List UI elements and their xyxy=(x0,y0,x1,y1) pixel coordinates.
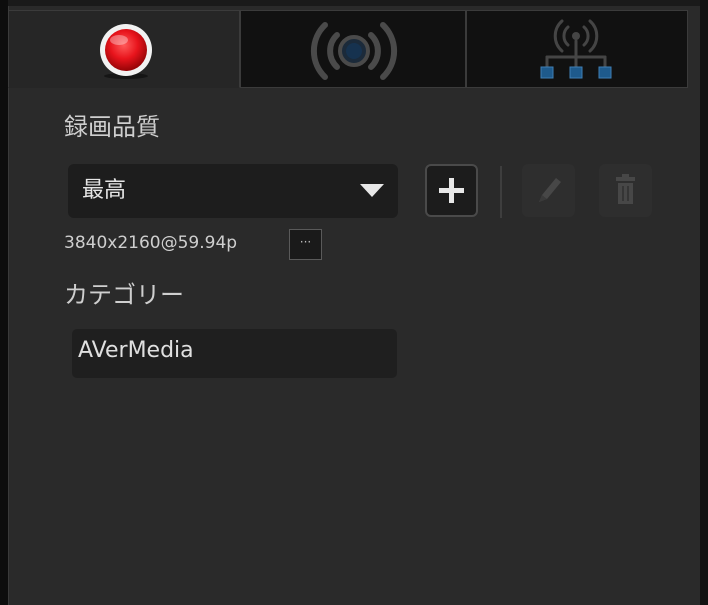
quality-dropdown[interactable]: 最高 xyxy=(68,164,398,218)
delete-preset-button[interactable] xyxy=(599,164,652,217)
tab-stream[interactable] xyxy=(240,10,466,88)
quality-selected: 最高 xyxy=(82,178,127,203)
edit-preset-button[interactable] xyxy=(522,164,575,217)
category-field[interactable]: AVerMedia xyxy=(72,329,397,378)
record-quality-label: 録画品質 xyxy=(64,113,160,141)
resolution-text: 3840x2160@59.94p xyxy=(64,233,238,253)
resolution-more-button[interactable]: ··· xyxy=(289,229,322,260)
tab-bar xyxy=(8,10,688,88)
pencil-icon xyxy=(539,178,561,202)
category-label: カテゴリー xyxy=(64,281,184,309)
add-preset-button[interactable] xyxy=(425,164,478,217)
network-icon xyxy=(540,19,612,79)
toolbar-divider xyxy=(500,166,502,218)
dropdown-arrow-icon xyxy=(360,184,384,197)
scrollbar[interactable] xyxy=(700,0,708,605)
tab-record[interactable] xyxy=(8,10,240,88)
category-value: AVerMedia xyxy=(78,338,194,363)
trash-icon xyxy=(616,174,635,204)
record-icon xyxy=(100,24,152,79)
app-window: 録画品質 最高 3840x2160@59.94p ··· カテゴリー AVerM… xyxy=(0,0,708,605)
tab-network[interactable] xyxy=(466,10,688,88)
broadcast-icon xyxy=(310,22,398,80)
